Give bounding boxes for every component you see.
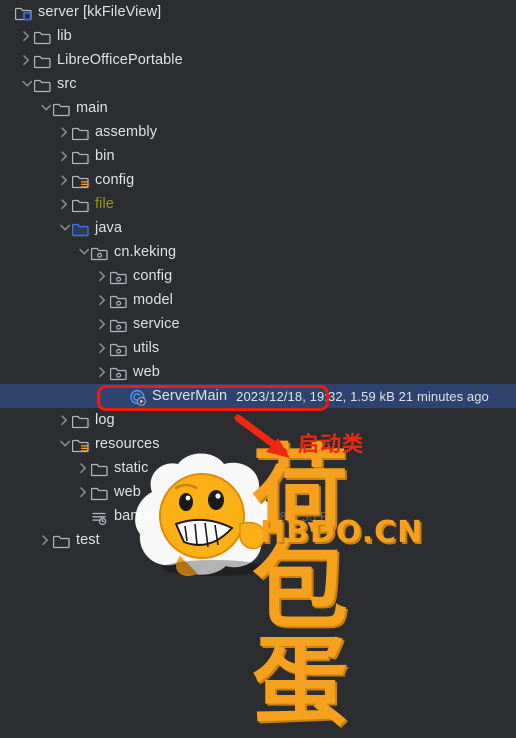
folder-icon [91, 456, 109, 480]
chevron-right-icon[interactable] [77, 456, 91, 480]
source-folder-icon [72, 216, 90, 240]
tree-row[interactable]: java [0, 216, 516, 240]
tree-row-label: lib [57, 28, 72, 44]
chevron-down-icon[interactable] [58, 216, 72, 240]
tree-row-label: cn.keking [114, 244, 177, 260]
chevron-right-icon[interactable] [58, 120, 72, 144]
tree-row-meta: 2023/12/18, 19:32, 1.59 kB 21 minutes ag… [236, 388, 489, 404]
tree-row-label: config [95, 172, 135, 188]
chevron-right-icon[interactable] [96, 288, 110, 312]
folder-icon [72, 144, 90, 168]
tree-row[interactable]: static [0, 456, 516, 480]
chevron-right-icon[interactable] [96, 336, 110, 360]
tree-row-label: service [133, 316, 180, 332]
chevron-right-icon[interactable] [77, 480, 91, 504]
chevron-right-icon[interactable] [96, 312, 110, 336]
folder-icon [34, 24, 52, 48]
package-icon [110, 336, 128, 360]
tree-row[interactable]: test [0, 528, 516, 552]
chevron-right-icon[interactable] [20, 48, 34, 72]
tree-row-label: java [95, 220, 122, 236]
tree-row-label: static [114, 460, 149, 476]
chevron-right-icon[interactable] [58, 408, 72, 432]
folder-icon [53, 96, 71, 120]
tree-row[interactable]: file [0, 192, 516, 216]
tree-row-label: log [95, 412, 115, 428]
tree-row[interactable]: banner.txt 2023/1/19, 09:28, 755 B [0, 504, 516, 528]
tree-row-label: web [114, 484, 141, 500]
tree-row-label: file [95, 196, 114, 212]
package-icon [110, 288, 128, 312]
tree-row-label: utils [133, 340, 160, 356]
tree-row-label: src [57, 76, 77, 92]
tree-row[interactable]: assembly [0, 120, 516, 144]
folder-icon [72, 120, 90, 144]
package-icon [110, 312, 128, 336]
tree-row[interactable]: bin [0, 144, 516, 168]
tree-row-label: resources [95, 436, 160, 452]
package-icon [110, 264, 128, 288]
tree-row[interactable]: service [0, 312, 516, 336]
project-tree[interactable]: server [kkFileView] lib LibreOfficePortabl… [0, 0, 516, 550]
chevron-right-icon[interactable] [96, 360, 110, 384]
tree-row-meta: 2023/1/19, 09:28, 755 B [187, 508, 329, 524]
tree-row[interactable]: lib [0, 24, 516, 48]
chevron-right-icon[interactable] [39, 528, 53, 552]
tree-row-label: test [76, 532, 100, 548]
tree-row[interactable]: resources [0, 432, 516, 456]
tree-row-label: assembly [95, 124, 158, 140]
tree-row-label: web [133, 364, 160, 380]
tree-row-label: config [133, 268, 173, 284]
tree-row[interactable]: web [0, 360, 516, 384]
java-class-run-icon [129, 384, 147, 408]
tree-row[interactable]: config [0, 168, 516, 192]
tree-row[interactable]: log [0, 408, 516, 432]
tree-row-label: banner.txt [114, 508, 179, 524]
folder-icon [72, 408, 90, 432]
chevron-down-icon[interactable] [58, 432, 72, 456]
module-folder-icon [15, 0, 33, 24]
resources-folder-icon [72, 432, 90, 456]
chevron-right-icon[interactable] [96, 264, 110, 288]
tree-row[interactable]: config [0, 264, 516, 288]
folder-icon [34, 72, 52, 96]
tree-row[interactable]: cn.keking [0, 240, 516, 264]
tree-row[interactable]: ServerMain 2023/12/18, 19:32, 1.59 kB 21 … [0, 384, 516, 408]
chevron-right-icon[interactable] [58, 144, 72, 168]
tree-row[interactable]: web [0, 480, 516, 504]
tree-row[interactable]: main [0, 96, 516, 120]
tree-row-label: main [76, 100, 108, 116]
tree-row[interactable]: server [kkFileView] [0, 0, 516, 24]
tree-row-label: server [kkFileView] [38, 4, 162, 20]
tree-row-label: bin [95, 148, 115, 164]
tree-row[interactable]: LibreOfficePortable [0, 48, 516, 72]
folder-icon [91, 480, 109, 504]
tree-row[interactable]: model [0, 288, 516, 312]
tree-row[interactable]: utils [0, 336, 516, 360]
resources-folder-icon [72, 168, 90, 192]
tree-row-label: ServerMain [152, 388, 228, 404]
folder-icon [34, 48, 52, 72]
tree-row-label: model [133, 292, 173, 308]
package-icon [91, 240, 109, 264]
tree-row-label: LibreOfficePortable [57, 52, 183, 68]
chevron-down-icon[interactable] [20, 72, 34, 96]
chevron-right-icon[interactable] [58, 168, 72, 192]
folder-icon [53, 528, 71, 552]
chevron-right-icon[interactable] [20, 24, 34, 48]
text-file-icon [91, 504, 109, 528]
chevron-down-icon[interactable] [77, 240, 91, 264]
chevron-right-icon[interactable] [58, 192, 72, 216]
tree-row[interactable]: src [0, 72, 516, 96]
chevron-down-icon[interactable] [39, 96, 53, 120]
package-icon [110, 360, 128, 384]
folder-icon [72, 192, 90, 216]
